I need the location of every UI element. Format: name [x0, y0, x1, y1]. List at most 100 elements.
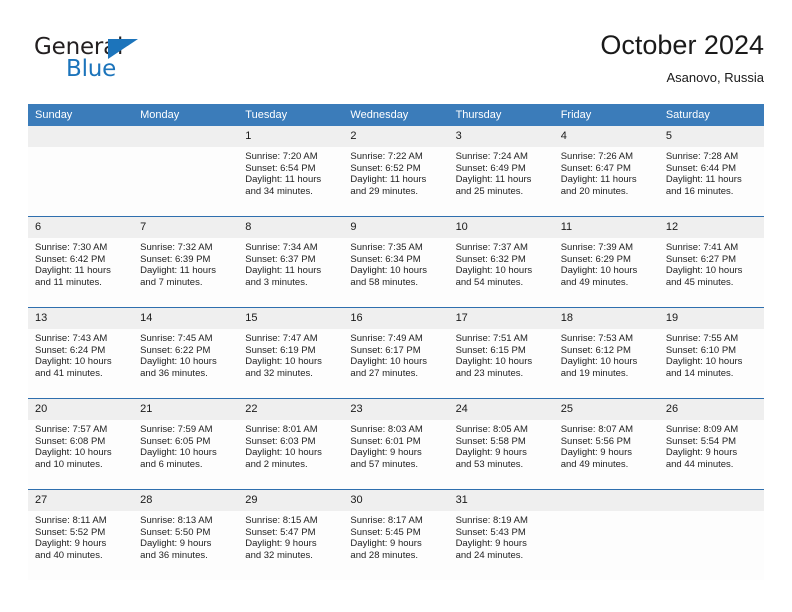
calendar-cell-day-31[interactable]: 31 Sunrise: 8:19 AM Sunset: 5:43 PM Dayligh… — [448, 489, 554, 580]
day-details: Sunrise: 7:43 AM Sunset: 6:24 PM Daylight:… — [28, 329, 133, 379]
calendar-cell-day-7[interactable]: 7 Sunrise: 7:32 AM Sunset: 6:39 PM Daylight… — [133, 216, 239, 308]
calendar-cell-day-4[interactable]: 4 Sunrise: 7:26 AM Sunset: 6:47 PM Daylight… — [553, 126, 659, 217]
daylight-text-line1: Daylight: 10 hours — [140, 356, 217, 368]
sunset-text: Sunset: 6:08 PM — [35, 435, 106, 447]
sunset-text: Sunset: 6:19 PM — [245, 344, 316, 356]
day-cell-inner: 6 Sunrise: 7:30 AM Sunset: 6:42 PM Daylight… — [28, 217, 134, 307]
calendar-cell-day-10[interactable]: 10 Sunrise: 7:37 AM Sunset: 6:32 PM Dayligh… — [448, 216, 554, 308]
day-details: Sunrise: 8:03 AM Sunset: 6:01 PM Daylight:… — [343, 420, 448, 470]
day-number: 10 — [448, 217, 554, 238]
weekday-header-sunday: Sunday — [28, 104, 134, 126]
sunrise-text: Sunrise: 7:37 AM — [455, 242, 528, 253]
daylight-text-line1: Daylight: 10 hours — [455, 265, 533, 277]
calendar-cell-day-21[interactable]: 21 Sunrise: 7:59 AM Sunset: 6:05 PM Dayligh… — [133, 398, 239, 490]
day-cell-inner: 11 Sunrise: 7:39 AM Sunset: 6:29 PM Dayligh… — [553, 217, 659, 307]
calendar-cell-day-28[interactable]: 28 Sunrise: 8:13 AM Sunset: 5:50 PM Dayligh… — [133, 489, 239, 580]
daylight-text-line1: Daylight: 10 hours — [350, 356, 427, 368]
calendar-cell-day-20[interactable]: 20 Sunrise: 7:57 AM Sunset: 6:08 PM Dayligh… — [28, 398, 134, 490]
calendar-cell-day-29[interactable]: 29 Sunrise: 8:15 AM Sunset: 5:47 PM Dayligh… — [238, 489, 344, 580]
calendar-cell-day-3[interactable]: 3 Sunrise: 7:24 AM Sunset: 6:49 PM Daylight… — [448, 126, 554, 217]
calendar-cell-day-24[interactable]: 24 Sunrise: 8:05 AM Sunset: 5:58 PM Dayligh… — [448, 398, 554, 490]
day-cell-inner: 15 Sunrise: 7:47 AM Sunset: 6:19 PM Dayligh… — [238, 308, 344, 398]
day-details: Sunrise: 8:11 AM Sunset: 5:52 PM Daylight:… — [28, 511, 133, 561]
brand-logo[interactable]: General Blue — [34, 34, 184, 90]
daylight-text-line1: Daylight: 11 hours — [245, 174, 322, 186]
calendar-cell-day-18[interactable]: 18 Sunrise: 7:53 AM Sunset: 6:12 PM Dayligh… — [553, 307, 659, 399]
day-cell-inner — [28, 126, 134, 216]
daylight-text-line2: and 32 minutes. — [245, 549, 313, 561]
calendar-cell-day-11[interactable]: 11 Sunrise: 7:39 AM Sunset: 6:29 PM Dayligh… — [553, 216, 659, 308]
day-cell-inner — [553, 490, 659, 580]
day-cell-inner — [133, 126, 239, 216]
sunset-text: Sunset: 6:34 PM — [350, 253, 421, 265]
day-cell-inner: 26 Sunrise: 8:09 AM Sunset: 5:54 PM Dayligh… — [658, 399, 764, 489]
daylight-text-line2: and 23 minutes. — [455, 367, 524, 379]
calendar-cell-day-12[interactable]: 12 Sunrise: 7:41 AM Sunset: 6:27 PM Dayligh… — [658, 216, 764, 308]
daylight-text-line2: and 3 minutes. — [245, 276, 308, 288]
day-cell-inner: 21 Sunrise: 7:59 AM Sunset: 6:05 PM Dayligh… — [133, 399, 239, 489]
sunrise-text: Sunrise: 7:30 AM — [35, 242, 108, 253]
day-number: 20 — [28, 399, 134, 420]
day-number: 26 — [658, 399, 764, 420]
day-details: Sunrise: 7:35 AM Sunset: 6:34 PM Daylight:… — [343, 238, 448, 288]
day-details: Sunrise: 7:32 AM Sunset: 6:39 PM Daylight:… — [133, 238, 238, 288]
calendar-cell-day-6[interactable]: 6 Sunrise: 7:30 AM Sunset: 6:42 PM Daylight… — [28, 216, 134, 308]
daylight-text-line2: and 40 minutes. — [35, 549, 103, 561]
calendar-cell-day-5[interactable]: 5 Sunrise: 7:28 AM Sunset: 6:44 PM Daylight… — [658, 126, 764, 217]
calendar-cell-day-14[interactable]: 14 Sunrise: 7:45 AM Sunset: 6:22 PM Dayligh… — [133, 307, 239, 399]
calendar-cell-day-15[interactable]: 15 Sunrise: 7:47 AM Sunset: 6:19 PM Dayligh… — [238, 307, 344, 399]
day-cell-inner: 25 Sunrise: 8:07 AM Sunset: 5:56 PM Dayligh… — [553, 399, 659, 489]
calendar-page: General Blue October 2024 Asanovo, Russi… — [0, 0, 792, 612]
calendar-cell-day-30[interactable]: 30 Sunrise: 8:17 AM Sunset: 5:45 PM Dayligh… — [343, 489, 449, 580]
day-details: Sunrise: 8:13 AM Sunset: 5:50 PM Daylight:… — [133, 511, 238, 561]
calendar-cell-day-9[interactable]: 9 Sunrise: 7:35 AM Sunset: 6:34 PM Daylight… — [343, 216, 449, 308]
daylight-text-line2: and 14 minutes. — [665, 367, 734, 379]
day-details: Sunrise: 7:57 AM Sunset: 6:08 PM Daylight:… — [28, 420, 133, 470]
day-details: Sunrise: 8:17 AM Sunset: 5:45 PM Daylight:… — [343, 511, 448, 561]
sunrise-text: Sunrise: 8:13 AM — [140, 515, 213, 526]
daylight-text-line1: Daylight: 11 hours — [560, 174, 637, 186]
calendar-cell-day-22[interactable]: 22 Sunrise: 8:01 AM Sunset: 6:03 PM Dayligh… — [238, 398, 344, 490]
day-cell-inner: 5 Sunrise: 7:28 AM Sunset: 6:44 PM Daylight… — [658, 126, 764, 216]
calendar-cell-day-17[interactable]: 17 Sunrise: 7:51 AM Sunset: 6:15 PM Dayligh… — [448, 307, 554, 399]
day-number: 31 — [448, 490, 554, 511]
sunrise-text: Sunrise: 7:28 AM — [665, 151, 739, 162]
day-details: Sunrise: 7:22 AM Sunset: 6:52 PM Daylight:… — [343, 147, 448, 197]
sunrise-text: Sunrise: 8:15 AM — [245, 515, 318, 526]
calendar-cell-day-8[interactable]: 8 Sunrise: 7:34 AM Sunset: 6:37 PM Daylight… — [238, 216, 344, 308]
day-cell-inner: 13 Sunrise: 7:43 AM Sunset: 6:24 PM Dayligh… — [28, 308, 134, 398]
sunset-text: Sunset: 6:49 PM — [455, 162, 526, 174]
day-cell-inner: 18 Sunrise: 7:53 AM Sunset: 6:12 PM Dayligh… — [553, 308, 659, 398]
sunset-text: Sunset: 5:45 PM — [350, 526, 421, 538]
day-details: Sunrise: 7:30 AM Sunset: 6:42 PM Daylight:… — [28, 238, 133, 288]
calendar-cell-day-16[interactable]: 16 Sunrise: 7:49 AM Sunset: 6:17 PM Dayligh… — [343, 307, 449, 399]
calendar-cell-day-13[interactable]: 13 Sunrise: 7:43 AM Sunset: 6:24 PM Dayligh… — [28, 307, 134, 399]
daylight-text-line2: and 11 minutes. — [35, 276, 102, 288]
day-cell-inner: 24 Sunrise: 8:05 AM Sunset: 5:58 PM Dayligh… — [448, 399, 554, 489]
title-block: October 2024 Asanovo, Russia — [600, 28, 764, 88]
calendar-cell-day-26[interactable]: 26 Sunrise: 8:09 AM Sunset: 5:54 PM Dayligh… — [658, 398, 764, 490]
daylight-text-line2: and 6 minutes. — [140, 458, 203, 470]
day-details: Sunrise: 7:49 AM Sunset: 6:17 PM Daylight:… — [343, 329, 448, 379]
daylight-text-line2: and 49 minutes. — [560, 458, 629, 470]
calendar-cell-day-19[interactable]: 19 Sunrise: 7:55 AM Sunset: 6:10 PM Dayligh… — [658, 307, 764, 399]
daylight-text-line1: Daylight: 10 hours — [665, 356, 743, 368]
calendar-cell-day-1[interactable]: 1 Sunrise: 7:20 AM Sunset: 6:54 PM Daylight… — [238, 126, 344, 217]
sunrise-text: Sunrise: 8:09 AM — [665, 424, 739, 435]
day-details: Sunrise: 7:47 AM Sunset: 6:19 PM Daylight:… — [238, 329, 343, 379]
calendar-cell-day-27[interactable]: 27 Sunrise: 8:11 AM Sunset: 5:52 PM Dayligh… — [28, 489, 134, 580]
daylight-text-line1: Daylight: 11 hours — [455, 174, 532, 186]
daylight-text-line1: Daylight: 11 hours — [350, 174, 427, 186]
calendar-cell-day-23[interactable]: 23 Sunrise: 8:03 AM Sunset: 6:01 PM Dayligh… — [343, 398, 449, 490]
day-number: 14 — [133, 308, 239, 329]
calendar-cell-day-2[interactable]: 2 Sunrise: 7:22 AM Sunset: 6:52 PM Daylight… — [343, 126, 449, 217]
sunset-text: Sunset: 6:39 PM — [140, 253, 211, 265]
day-cell-inner: 12 Sunrise: 7:41 AM Sunset: 6:27 PM Dayligh… — [658, 217, 764, 307]
day-cell-inner: 14 Sunrise: 7:45 AM Sunset: 6:22 PM Dayligh… — [133, 308, 239, 398]
day-cell-inner — [658, 490, 764, 580]
daylight-text-line1: Daylight: 10 hours — [35, 356, 112, 368]
calendar-cell-day-25[interactable]: 25 Sunrise: 8:07 AM Sunset: 5:56 PM Dayligh… — [553, 398, 659, 490]
daylight-text-line1: Daylight: 10 hours — [245, 447, 322, 459]
day-details: Sunrise: 7:37 AM Sunset: 6:32 PM Daylight:… — [449, 238, 554, 288]
sunrise-text: Sunrise: 8:17 AM — [350, 515, 423, 526]
